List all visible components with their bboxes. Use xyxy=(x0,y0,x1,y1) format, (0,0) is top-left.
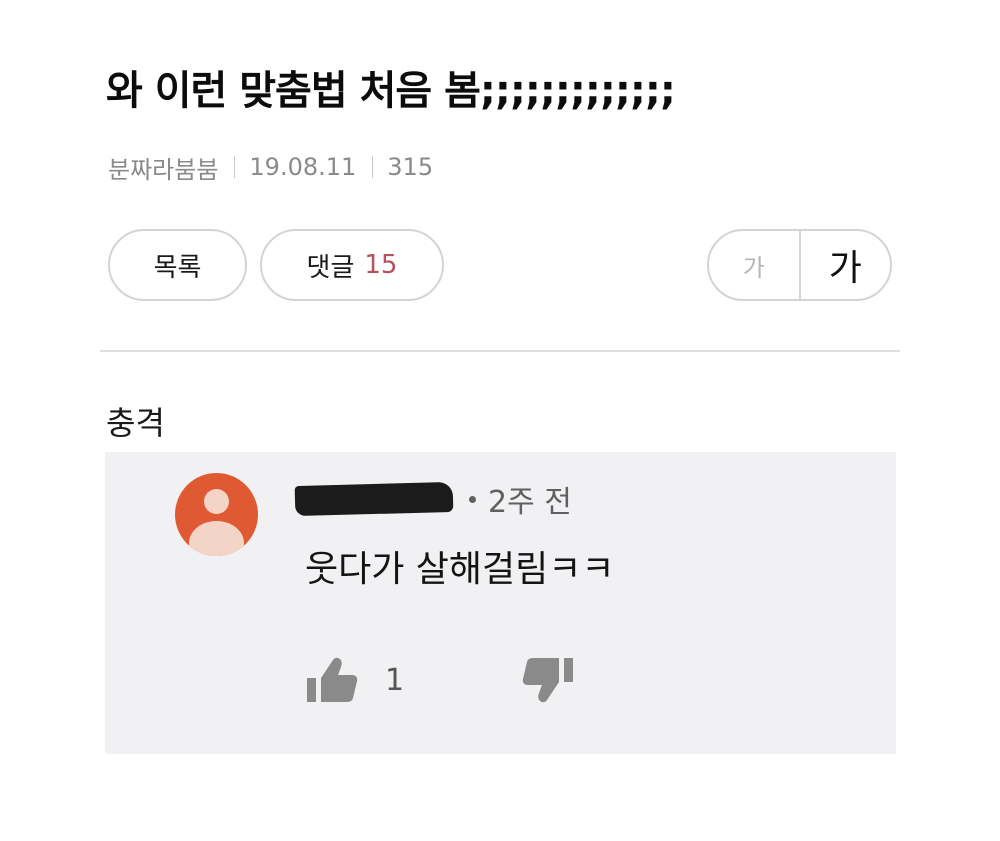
avatar-body xyxy=(189,521,244,556)
comment-time: 2주 전 xyxy=(488,485,572,520)
font-decrease-button[interactable]: 가 xyxy=(709,231,801,299)
font-large-label: 가 xyxy=(828,248,862,289)
separator-dot xyxy=(469,495,476,503)
post-views: 315 xyxy=(387,153,434,181)
comment-header: 2주 전 xyxy=(294,477,572,521)
font-small-label: 가 xyxy=(742,253,765,282)
comment-text: 웃다가 살해걸림ㅋㅋ xyxy=(305,549,615,590)
comments-count: 15 xyxy=(364,250,398,280)
dislike-button[interactable] xyxy=(521,650,575,710)
list-button-label: 목록 xyxy=(153,252,202,283)
meta-divider xyxy=(372,156,374,178)
post-meta: 분짜라붐붐 19.08.11 315 xyxy=(108,150,433,184)
list-button[interactable]: 목록 xyxy=(108,229,247,301)
comments-button[interactable]: 댓글 15 xyxy=(260,229,444,301)
person-avatar-icon xyxy=(175,473,258,556)
font-increase-button[interactable]: 가 xyxy=(801,231,891,299)
comment-screenshot: 2주 전 웃다가 살해걸림ㅋㅋ 1 xyxy=(105,452,896,754)
like-button[interactable]: 1 xyxy=(305,650,404,710)
avatar-head xyxy=(204,489,229,514)
comments-button-label: 댓글 xyxy=(306,252,355,283)
post-author[interactable]: 분짜라붐붐 xyxy=(108,150,218,185)
thumbs-down-icon xyxy=(522,658,573,703)
content-divider xyxy=(100,350,900,352)
post-date: 19.08.11 xyxy=(249,153,357,181)
post-title: 와 이런 맞춤법 처음 봄;;;;;;;;;;;;; xyxy=(106,68,676,114)
like-count: 1 xyxy=(385,662,405,698)
font-size-toggle: 가 가 xyxy=(707,229,892,301)
post-caption: 충격 xyxy=(106,404,165,442)
thumbs-up-icon xyxy=(307,657,358,702)
redacted-username xyxy=(294,481,454,517)
meta-divider xyxy=(234,156,236,178)
